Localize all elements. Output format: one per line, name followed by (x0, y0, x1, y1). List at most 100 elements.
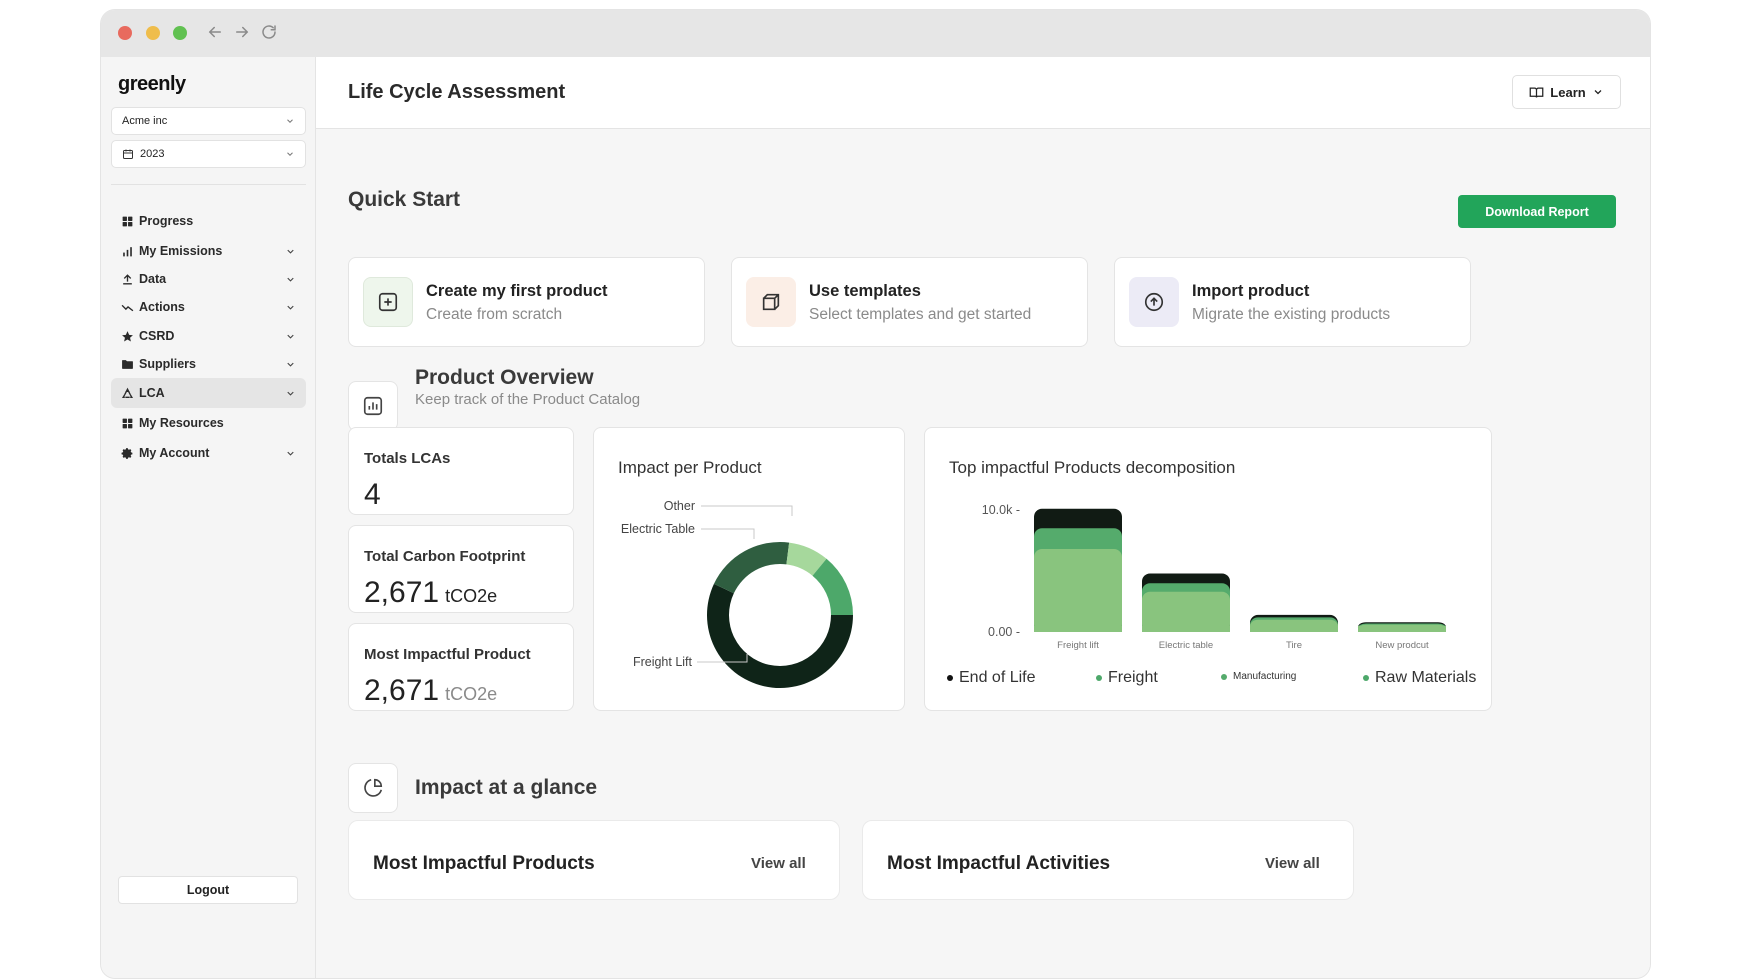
stat-label: Most Impactful Product (364, 646, 531, 663)
minimize-window-button[interactable] (146, 26, 160, 40)
chevron-down-icon (287, 249, 294, 254)
recycle-icon (121, 387, 134, 398)
browser-window: greenly Acme inc 2023 Progress My Emissi… (101, 10, 1650, 978)
chevron-down-icon (287, 334, 294, 339)
folder-icon (122, 359, 133, 369)
bar-chart-icon (123, 246, 132, 256)
stat-value: 4 (364, 478, 381, 511)
learn-button[interactable]: Learn (1512, 75, 1621, 109)
close-window-button[interactable] (118, 26, 132, 40)
chart-icon (348, 381, 398, 431)
browser-titlebar (101, 10, 1650, 57)
legend-item: Manufacturing (1221, 671, 1296, 682)
chevron-down-icon (287, 152, 293, 156)
leader-line (701, 528, 755, 539)
legend-label: Raw Materials (1375, 669, 1477, 686)
learn-button-label: Learn (1550, 84, 1586, 100)
bar-base (1358, 626, 1446, 632)
year-select[interactable]: 2023 (111, 140, 306, 168)
stat-label: Totals LCAs (364, 450, 451, 467)
x-tick-label: Tire (1286, 640, 1302, 651)
leader-line (701, 505, 793, 516)
sidebar-item-label: Data (139, 272, 167, 286)
stat-card-most-impactful: Most Impactful Product 2,671 tCO2e (348, 623, 574, 711)
product-overview-subtitle: Keep track of the Product Catalog (415, 391, 641, 408)
impact-glance-title: Impact at a glance (415, 776, 598, 799)
quick-start-card-templates[interactable]: Use templates Select templates and get s… (731, 257, 1088, 347)
glance-card-title: Most Impactful Activities (887, 853, 1111, 874)
y-tick-label: 10.0k - (982, 503, 1020, 517)
chevron-down-icon (287, 362, 294, 367)
sidebar-item-my-account[interactable]: My Account (111, 438, 306, 468)
quick-start-card-subtitle: Migrate the existing products (1192, 306, 1391, 323)
page-header: Life Cycle Assessment Learn (316, 57, 1650, 129)
x-tick-label: Freight lift (1057, 640, 1099, 651)
sidebar-item-label: Actions (139, 300, 185, 314)
chevron-down-icon (1594, 90, 1602, 95)
upload-circle-icon (1129, 277, 1179, 327)
sidebar-item-suppliers[interactable]: Suppliers (111, 349, 306, 379)
glance-card-title: Most Impactful Products (373, 853, 595, 874)
logout-button[interactable]: Logout (118, 876, 298, 904)
download-report-button[interactable]: Download Report (1458, 195, 1616, 228)
gear-icon (121, 447, 133, 459)
stat-value-wrap: 2,671 tCO2e (364, 674, 497, 708)
quick-start-card-title: Use templates (809, 282, 921, 300)
sidebar-item-data[interactable]: Data (111, 264, 306, 294)
grid-icon (122, 216, 133, 226)
plus-square-icon (363, 277, 413, 327)
upload-icon (123, 273, 132, 285)
impact-per-product-card: Impact per Product Other Electric Table Fr… (593, 427, 905, 711)
maximize-window-button[interactable] (173, 26, 187, 40)
chevron-down-icon (287, 305, 294, 310)
bar-segment[interactable] (1142, 591, 1230, 632)
quick-start-card-import[interactable]: Import product Migrate the existing prod… (1114, 257, 1471, 347)
sidebar-item-csrd[interactable]: CSRD (111, 321, 306, 351)
calendar-icon (123, 149, 133, 159)
donut-chart: Other Electric Table Freight Lift (621, 499, 853, 688)
legend-dot (1221, 673, 1227, 680)
company-select[interactable]: Acme inc (111, 107, 306, 135)
main-content: Life Cycle Assessment Learn Quick Start … (316, 57, 1650, 978)
reload-icon[interactable] (260, 23, 278, 41)
bar-segment[interactable] (1034, 549, 1122, 632)
sidebar-item-actions[interactable]: Actions (111, 292, 306, 322)
donut-label: Electric Table (621, 522, 695, 536)
donut-label: Freight Lift (633, 655, 693, 669)
legend-label: Freight (1108, 669, 1158, 686)
stat-unit: tCO2e (445, 586, 498, 606)
view-all-link[interactable]: View all (751, 855, 806, 872)
x-tick-label: Electric table (1159, 640, 1213, 651)
product-overview-title: Product Overview (415, 366, 594, 389)
pie-chart-icon (348, 763, 398, 813)
quick-start-card-title: Import product (1192, 282, 1310, 300)
bar-base (1250, 626, 1338, 632)
arrow-left-icon[interactable] (206, 23, 224, 41)
sidebar-item-label: My Account (139, 446, 210, 460)
stat-value: 2,671 (364, 674, 440, 707)
company-select-value: Acme inc (122, 115, 168, 127)
greenly-logo: greenly (118, 73, 186, 95)
donut-slice[interactable] (713, 542, 790, 594)
sidebar-item-lca[interactable]: LCA (111, 378, 306, 408)
grid-icon (122, 418, 133, 428)
sidebar: greenly Acme inc 2023 Progress My Emissi… (101, 57, 316, 978)
legend-dot (1096, 675, 1102, 681)
star-icon (122, 330, 133, 341)
sidebar-item-my-resources[interactable]: My Resources (111, 408, 306, 438)
quick-start-card-create[interactable]: Create my first product Create from scra… (348, 257, 705, 347)
stat-label: Total Carbon Footprint (364, 548, 526, 565)
arrow-right-icon[interactable] (233, 23, 251, 41)
bar-base (1034, 626, 1122, 632)
top-products-decomposition-card: Top impactful Products decomposition 10.… (924, 427, 1492, 711)
legend-label: Manufacturing (1233, 671, 1297, 682)
y-tick-label: 0.00 - (988, 625, 1020, 639)
view-all-link[interactable]: View all (1265, 855, 1320, 872)
legend-dot (947, 675, 953, 681)
page-title: Life Cycle Assessment (348, 81, 566, 103)
chevron-down-icon (287, 277, 294, 282)
sidebar-item-my-emissions[interactable]: My Emissions (111, 236, 306, 266)
sidebar-item-progress[interactable]: Progress (111, 206, 306, 236)
sidebar-item-label: My Emissions (139, 244, 223, 258)
stat-value: 2,671 (364, 576, 440, 609)
